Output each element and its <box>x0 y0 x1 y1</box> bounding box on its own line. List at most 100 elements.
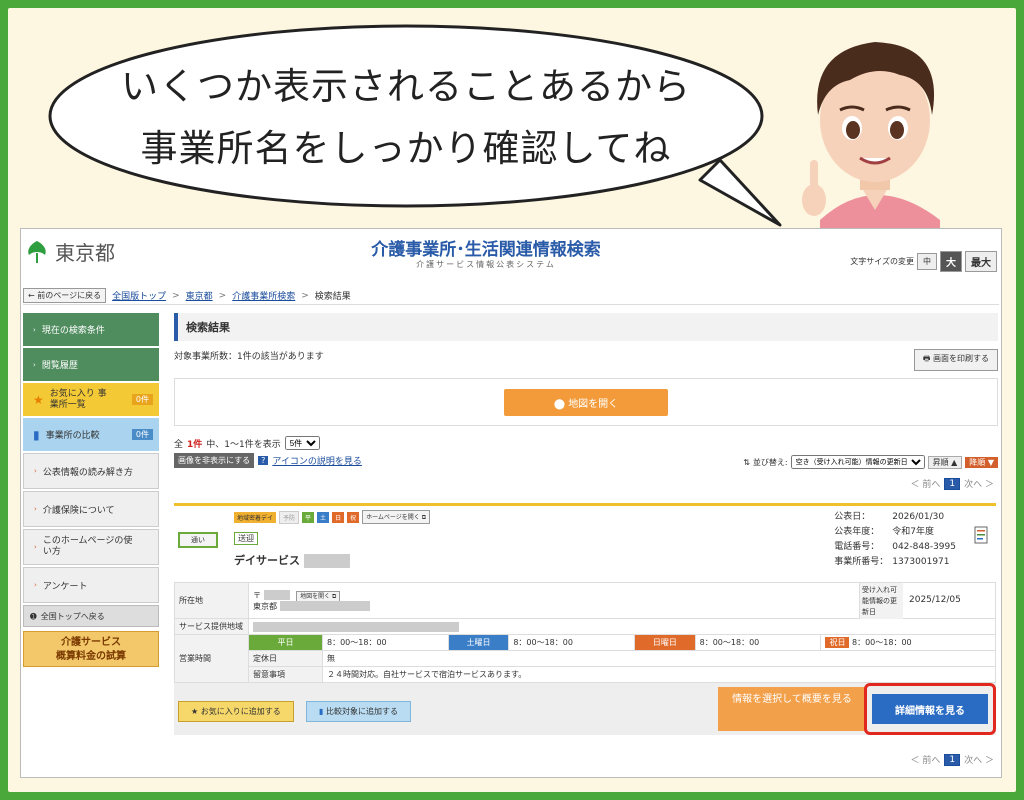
print-button[interactable]: 🖶 画面を印刷する <box>913 349 998 371</box>
sort-label: 並び替え: <box>752 457 788 467</box>
sort-desc-button[interactable]: 降順 ▼ <box>965 456 998 468</box>
address-map-button[interactable]: 地図を開く ⧉ <box>296 590 341 602</box>
current-page[interactable]: 1 <box>944 753 961 766</box>
tag-community-day: 地域密着デイ <box>234 511 277 523</box>
tag-sunday: 日 <box>332 511 345 523</box>
closed-row: 定休日 無 <box>175 650 996 667</box>
speech-line-2: 事業所名をしっかり確認してね <box>140 127 672 170</box>
open-map-button[interactable]: ⬤ 地図を開く <box>503 388 669 416</box>
web-page-screenshot: 東京都 介護事業所･生活関連情報検索 介護サービス情報公表システム 文字サイズの… <box>20 228 1002 778</box>
icon-help-link[interactable]: アイコンの説明を見る <box>272 454 362 467</box>
add-compare-label: 比較対象に追加する <box>325 707 398 716</box>
open-map-label: 地図を開く <box>568 398 619 410</box>
back-button-label: 前のページに戻る <box>37 291 102 300</box>
next-page-link[interactable]: 次へ ＞ <box>964 477 994 490</box>
closed-label: 定休日 <box>248 650 323 667</box>
info-row: 公表日： 2026/01/30 <box>834 510 956 525</box>
sunday-label: 日曜日 <box>634 634 696 651</box>
paging-count: 1件 <box>187 439 203 450</box>
compare-icon: ▮ <box>33 427 40 442</box>
info-key: 電話番号： <box>834 542 880 552</box>
sidebar-item-favorites[interactable]: ★ お気に入り 事業所一覧 0件 <box>23 383 159 416</box>
sidebar-item-how-to-use[interactable]: › このホームページの使い方 <box>23 529 159 565</box>
redacted-postal-bar <box>263 590 290 600</box>
redacted-address-bar <box>279 601 370 611</box>
add-compare-button[interactable]: ▮ 比較対象に追加する <box>306 701 411 722</box>
back-to-national-top-button[interactable]: ➊ 全国トップへ戻る <box>23 605 159 627</box>
view-details-button[interactable]: 詳細情報を見る <box>872 694 988 724</box>
memo-icon[interactable] <box>974 524 990 546</box>
sidebar-item-survey[interactable]: › アンケート <box>23 567 159 603</box>
font-size-switcher: 文字サイズの変更 中 大 最大 <box>850 251 997 272</box>
redacted-name-bar <box>303 554 350 568</box>
font-size-medium-button[interactable]: 中 <box>917 253 937 270</box>
speech-text: いくつか表示されることあるから 事業所名をしっかり確認してね <box>44 56 768 180</box>
font-size-large-button[interactable]: 大 <box>940 251 962 272</box>
redacted-area-bar <box>253 621 459 632</box>
arrow-right-icon: › <box>34 543 37 551</box>
open-homepage-button[interactable]: ホームページを開く ⧉ <box>362 510 430 524</box>
paging-prefix: 全 <box>174 439 184 450</box>
site-header: 東京都 介護事業所･生活関連情報検索 介護サービス情報公表システム 文字サイズの… <box>21 229 1001 279</box>
sort-asc-button[interactable]: 昇順 ▲ <box>927 455 963 469</box>
accept-info-date: 2025/12/05 <box>909 595 961 605</box>
saturday-time: 8：00〜18：00 <box>508 634 636 651</box>
font-size-max-button[interactable]: 最大 <box>965 251 997 272</box>
postal-mark: 〒 <box>253 590 261 600</box>
map-pin-icon: ⬤ <box>553 398 569 410</box>
prev-page-link[interactable]: ＜ 前へ <box>911 753 941 766</box>
select-info-button[interactable]: 情報を選択して概要を見る <box>718 687 866 731</box>
holiday-cell: 祝日 8：00〜18：00 <box>820 634 996 651</box>
help-icon: ? <box>258 456 269 465</box>
sidebar-item-about-insurance[interactable]: › 介護保険について <box>23 491 159 527</box>
back-button[interactable]: ← 前のページに戻る <box>23 288 107 303</box>
breadcrumb-care-search[interactable]: 介護事業所検索 <box>232 289 295 302</box>
sidebar-item-label: 介護保険について <box>42 505 115 516</box>
result-count-text: 対象事業所数：1件の該当があります <box>174 352 324 362</box>
closed-value: 無 <box>322 650 996 667</box>
holiday-label: 祝日 <box>825 637 850 648</box>
sidebar-item-label: 閲覧履歴 <box>41 361 78 371</box>
sidebar-item-compare[interactable]: ▮ 事業所の比較 0件 <box>23 418 159 451</box>
sort-controls: ⇅ 並び替え: 空き（受け入れ可能）情報の更新日 昇順 ▲ 降順 ▼ <box>743 455 998 469</box>
address-map-label: 地図を開く <box>300 592 331 600</box>
breadcrumb-national-top[interactable]: 全国版トップ <box>112 289 166 302</box>
info-key: 公表年度： <box>834 527 880 537</box>
fee-estimate-line1: 介護サービス <box>61 637 121 648</box>
fee-estimate-button[interactable]: 介護サービス 概算料金の試算 <box>23 631 159 667</box>
sidebar: › 現在の検索条件 › 閲覧履歴 ★ お気に入り 事業所一覧 0件 ▮ 事業所の比較 0件 … <box>23 313 159 667</box>
add-favorite-label: お気に入りに追加する <box>200 707 281 716</box>
tokyo-logo[interactable]: 東京都 <box>25 237 115 266</box>
next-page-link[interactable]: 次へ ＞ <box>964 753 994 766</box>
printer-icon: 🖶 <box>922 354 933 363</box>
hours-label: 営業時間 <box>174 634 249 683</box>
info-value: 令和7年度 <box>892 527 934 537</box>
add-favorite-button[interactable]: ★ お気に入りに追加する <box>178 701 294 722</box>
weekday-time: 8：00〜18：00 <box>322 634 449 651</box>
facility-detail-table: 所在地 〒 地図を開く ⧉ 東京都 受け入れ可能情報の更新日 2025/12/0… <box>174 582 996 683</box>
facility-name-text: デイサービス <box>234 554 300 567</box>
hide-images-button[interactable]: 画像を非表示にする <box>174 453 255 468</box>
sidebar-item-current-conditions[interactable]: › 現在の検索条件 <box>23 313 159 346</box>
pickup-badge: 送迎 <box>234 532 258 545</box>
prev-page-link[interactable]: ＜ 前へ <box>911 477 941 490</box>
sidebar-item-label: 公表情報の読み解き方 <box>42 467 133 478</box>
address-label: 所在地 <box>174 582 249 619</box>
facility-name[interactable]: デイサービス <box>234 552 350 568</box>
sidebar-item-history[interactable]: › 閲覧履歴 <box>23 348 159 381</box>
sidebar-item-read-guide[interactable]: › 公表情報の読み解き方 <box>23 453 159 489</box>
per-page-select[interactable]: 5件 <box>284 436 320 450</box>
star-icon: ★ <box>191 707 201 716</box>
area-value <box>248 618 996 635</box>
arrow-right-icon: › <box>34 581 37 589</box>
holiday-time: 8：00〜18：00 <box>852 638 912 647</box>
circle-arrow-icon: ➊ <box>30 611 37 621</box>
sort-icon: ⇅ <box>743 457 750 467</box>
address-row: 所在地 〒 地図を開く ⧉ 東京都 受け入れ可能情報の更新日 2025/12/0… <box>174 582 996 619</box>
sidebar-item-label: 事業所の比較 <box>45 431 100 441</box>
breadcrumb-tokyo[interactable]: 東京都 <box>186 289 213 302</box>
breadcrumb-separator: > <box>218 290 227 301</box>
sort-select[interactable]: 空き（受け入れ可能）情報の更新日 <box>790 455 925 469</box>
sidebar-item-label: お気に入り 事業所一覧 <box>49 388 107 410</box>
current-page[interactable]: 1 <box>944 477 961 490</box>
